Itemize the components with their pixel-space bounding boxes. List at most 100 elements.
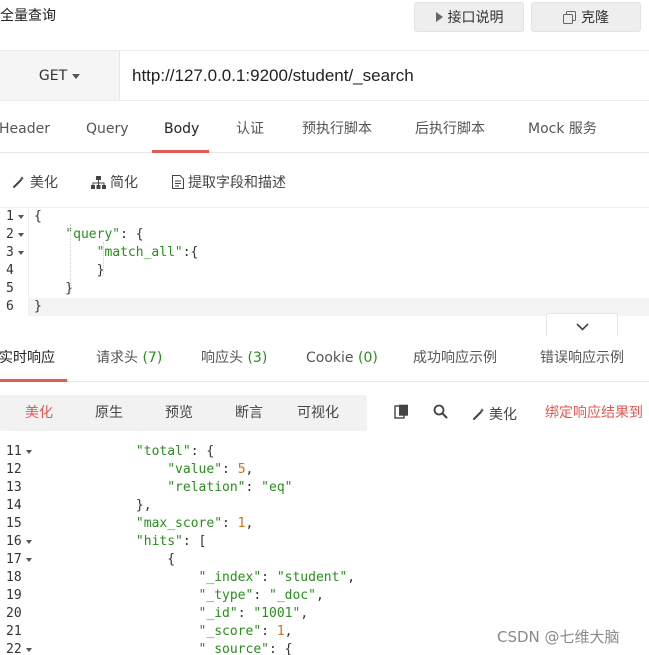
fold-arrow-icon[interactable]	[26, 540, 32, 544]
extract-fields-label: 提取字段和描述	[188, 175, 286, 191]
tab-request-headers[interactable]: 请求头 (7)	[96, 348, 162, 368]
view-beautify[interactable]: 美化	[25, 403, 53, 423]
copy-response-button[interactable]	[394, 404, 409, 419]
code-line: 4 }	[0, 262, 649, 280]
chevron-down-icon	[575, 323, 589, 331]
code-text: "value": 5,	[167, 462, 254, 477]
response-view-bar: 美化 原生 预览 断言 可视化	[0, 395, 367, 431]
code-text: "max_score": 1,	[135, 516, 254, 531]
code-text: }	[34, 299, 42, 314]
line-number: 17	[6, 552, 22, 567]
response-tabs: 实时响应 请求头 (7) 响应头 (3) Cookie (0) 成功响应示例 错…	[0, 336, 649, 382]
tab-realtime-response[interactable]: 实时响应	[0, 348, 55, 368]
api-doc-button[interactable]: 接口说明	[414, 2, 524, 32]
cookie-count: (0)	[357, 350, 378, 366]
tab-request-headers-label: 请求头	[96, 350, 138, 366]
extract-fields-button[interactable]: 提取字段和描述	[172, 172, 286, 192]
tab-body[interactable]: Body	[164, 119, 199, 139]
tab-error-example[interactable]: 错误响应示例	[540, 348, 624, 368]
code-line: 13 "relation": "eq"	[0, 479, 649, 497]
code-text: {	[34, 209, 42, 224]
fold-arrow-icon[interactable]	[18, 251, 24, 255]
tab-response-headers[interactable]: 响应头 (3)	[201, 348, 267, 368]
tab-success-example[interactable]: 成功响应示例	[413, 348, 497, 368]
search-icon	[433, 404, 448, 419]
code-line: 2 "query": {	[0, 226, 649, 244]
code-line: 5 }	[0, 280, 649, 298]
response-beautify-label: 美化	[489, 407, 517, 423]
caret-down-icon	[72, 73, 81, 79]
clone-label: 克隆	[581, 10, 609, 26]
magic-wand-icon	[13, 176, 25, 188]
line-number: 16	[6, 534, 22, 549]
request-url-bar: GET http://127.0.0.1:9200/student/_searc…	[0, 50, 649, 101]
play-icon	[435, 12, 443, 22]
line-number: 12	[6, 462, 22, 477]
tab-post-script[interactable]: 后执行脚本	[415, 119, 485, 139]
code-line: 14 },	[0, 497, 649, 515]
beautify-label: 美化	[30, 175, 58, 191]
view-preview[interactable]: 预览	[165, 403, 193, 423]
watermark: CSDN @七维大脑	[497, 628, 620, 646]
code-text: }	[34, 281, 74, 296]
code-line: 16 "hits": [	[0, 533, 649, 551]
line-number: 18	[6, 570, 22, 585]
code-line: 3 "match_all":{	[0, 244, 649, 262]
clipboard-icon	[394, 404, 408, 419]
line-number: 14	[6, 498, 22, 513]
code-text: "_source": {	[198, 642, 293, 655]
beautify-button[interactable]: 美化	[12, 172, 58, 192]
code-line: 1{	[0, 208, 649, 226]
code-text: },	[42, 498, 152, 513]
code-line: 15 "max_score": 1,	[0, 515, 649, 533]
code-line: 18 "_index": "student",	[0, 569, 649, 587]
response-body-viewer[interactable]: 11 "total": {12 "value": 5, 13 "relation"…	[0, 443, 649, 655]
tab-mock[interactable]: Mock 服务	[528, 119, 597, 139]
fold-arrow-icon[interactable]	[26, 648, 32, 652]
line-number: 15	[6, 516, 22, 531]
document-icon	[172, 175, 184, 189]
page-title: 全量查询	[0, 8, 56, 24]
search-response-button[interactable]	[433, 404, 448, 419]
clone-button[interactable]: 克隆	[531, 2, 641, 32]
line-number: 20	[6, 606, 22, 621]
response-headers-count: (3)	[247, 350, 268, 366]
code-text: "relation": "eq"	[167, 480, 293, 495]
sitemap-icon	[91, 175, 106, 189]
tab-cookie[interactable]: Cookie (0)	[306, 348, 378, 368]
fold-arrow-icon[interactable]	[26, 450, 32, 454]
line-number: 5	[6, 281, 14, 296]
indent-guide	[70, 224, 71, 294]
url-input[interactable]: http://127.0.0.1:9200/student/_search	[132, 65, 414, 87]
line-number: 6	[6, 299, 14, 314]
code-line: 19 "_type": "_doc",	[0, 587, 649, 605]
tab-query[interactable]: Query	[86, 119, 129, 139]
tab-pre-script[interactable]: 预执行脚本	[302, 119, 372, 139]
magic-wand-icon	[473, 408, 485, 420]
view-visualize[interactable]: 可视化	[297, 403, 339, 423]
code-text: "_type": "_doc",	[198, 588, 324, 603]
api-doc-label: 接口说明	[447, 10, 504, 26]
bind-response-link[interactable]: 绑定响应结果到	[545, 403, 643, 423]
response-beautify-button[interactable]: 美化	[472, 404, 517, 424]
body-toolbar: 美化 简化 提取字段和描述	[0, 153, 649, 208]
fold-arrow-icon[interactable]	[26, 558, 32, 562]
response-tab-indicator	[0, 379, 67, 382]
code-text: "match_all":{	[96, 245, 199, 260]
line-number: 19	[6, 588, 22, 603]
fold-arrow-icon[interactable]	[18, 233, 24, 237]
tab-cookie-label: Cookie	[306, 350, 354, 366]
tab-header[interactable]: Header	[0, 119, 50, 139]
http-method-select[interactable]: GET	[0, 51, 120, 100]
line-number: 13	[6, 480, 22, 495]
view-assert[interactable]: 断言	[235, 403, 263, 423]
code-text: "_index": "student",	[198, 570, 356, 585]
code-text: "_score": 1,	[198, 624, 293, 639]
code-line: 11 "total": {	[0, 443, 649, 461]
simplify-label: 简化	[110, 175, 138, 191]
view-raw[interactable]: 原生	[95, 403, 123, 423]
simplify-button[interactable]: 简化	[91, 172, 138, 192]
tab-auth[interactable]: 认证	[236, 119, 264, 139]
fold-arrow-icon[interactable]	[18, 215, 24, 219]
request-tabs: Header Query Body 认证 预执行脚本 后执行脚本 Mock 服务	[0, 101, 649, 153]
